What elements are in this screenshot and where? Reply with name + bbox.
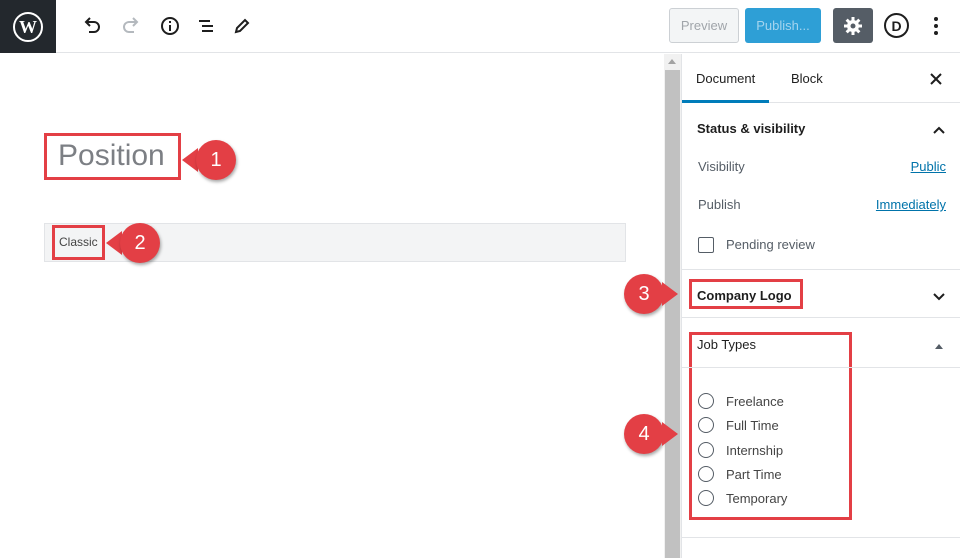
tab-block[interactable]: Block bbox=[777, 54, 837, 103]
settings-button[interactable] bbox=[833, 8, 873, 43]
callout-number: 2 bbox=[120, 223, 160, 263]
preview-button[interactable]: Preview bbox=[669, 8, 739, 43]
list-view-icon[interactable] bbox=[192, 12, 220, 40]
tab-document[interactable]: Document bbox=[682, 54, 770, 103]
pending-review-label: Pending review bbox=[726, 237, 815, 252]
classic-block-label: Classic bbox=[52, 225, 105, 260]
annotation-callout-2: 2 bbox=[106, 223, 170, 263]
chevron-down-icon[interactable] bbox=[932, 289, 946, 307]
job-type-radio-internship[interactable] bbox=[698, 442, 714, 458]
edit-pencil-icon[interactable] bbox=[228, 12, 256, 40]
sidebar-tabs: Document Block bbox=[682, 54, 960, 103]
panel-divider bbox=[682, 269, 960, 270]
editor-canvas: Position 1 Classic 2 bbox=[0, 54, 664, 558]
top-toolbar: W Preview Publish... D bbox=[0, 0, 960, 53]
chevron-up-icon[interactable] bbox=[932, 122, 946, 140]
panel-divider bbox=[682, 537, 960, 538]
publish-button[interactable]: Publish... bbox=[745, 8, 821, 43]
caret-up-icon[interactable] bbox=[934, 337, 944, 355]
pending-review-checkbox[interactable] bbox=[698, 237, 714, 253]
annotation-callout-4: 4 bbox=[624, 414, 690, 454]
panel-title-job-types[interactable]: Job Types bbox=[682, 337, 960, 352]
callout-number: 4 bbox=[624, 414, 664, 454]
callout-number: 3 bbox=[624, 274, 664, 314]
divi-builder-button[interactable]: D bbox=[884, 13, 909, 38]
job-type-label-internship: Internship bbox=[726, 443, 784, 458]
post-title[interactable]: Position bbox=[44, 133, 181, 180]
job-type-radio-temporary[interactable] bbox=[698, 490, 714, 506]
settings-sidebar: Document Block Status & visibility Visib… bbox=[681, 54, 960, 558]
visibility-link[interactable]: Public bbox=[911, 159, 946, 174]
annotation-callout-1: 1 bbox=[182, 140, 246, 180]
panel-divider bbox=[682, 317, 960, 318]
job-type-label-full-time: Full Time bbox=[726, 418, 779, 433]
panel-title-status-visibility[interactable]: Status & visibility bbox=[682, 121, 960, 136]
close-icon[interactable] bbox=[928, 71, 944, 87]
job-type-radio-freelance[interactable] bbox=[698, 393, 714, 409]
visibility-label: Visibility bbox=[698, 159, 745, 174]
gear-icon bbox=[844, 16, 862, 35]
publish-date-link[interactable]: Immediately bbox=[876, 197, 946, 212]
svg-text:W: W bbox=[19, 17, 37, 37]
scrollbar-thumb[interactable] bbox=[665, 70, 680, 558]
callout-number: 1 bbox=[196, 140, 236, 180]
panel-divider bbox=[682, 367, 960, 368]
job-type-label-part-time: Part Time bbox=[726, 467, 782, 482]
annotation-callout-3: 3 bbox=[624, 274, 690, 314]
info-icon[interactable] bbox=[156, 12, 184, 40]
job-type-radio-part-time[interactable] bbox=[698, 466, 714, 482]
redo-icon[interactable] bbox=[117, 12, 145, 40]
wordpress-icon[interactable]: W bbox=[0, 0, 56, 53]
undo-icon[interactable] bbox=[78, 12, 106, 40]
panel-title-company-logo[interactable]: Company Logo bbox=[682, 288, 960, 303]
job-type-label-temporary: Temporary bbox=[726, 491, 788, 506]
job-type-radio-full-time[interactable] bbox=[698, 417, 714, 433]
job-type-label-freelance: Freelance bbox=[726, 394, 784, 409]
scroll-up-arrow-icon[interactable] bbox=[668, 59, 676, 64]
publish-label: Publish bbox=[698, 197, 741, 212]
more-vertical-icon[interactable] bbox=[926, 13, 946, 39]
